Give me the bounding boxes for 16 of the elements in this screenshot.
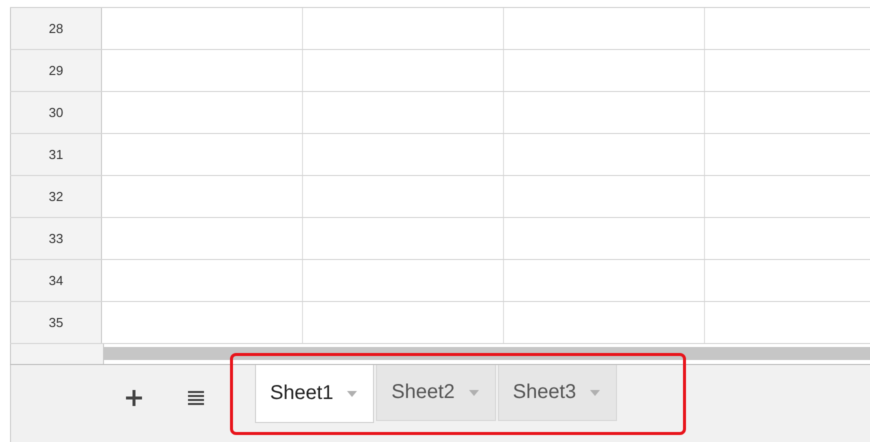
caret-icon: [468, 390, 479, 396]
row-number: 34: [10, 260, 102, 301]
row-number: 31: [10, 134, 102, 175]
row-number: 32: [10, 176, 102, 217]
row-number: 30: [10, 92, 102, 133]
row-number: 29: [10, 50, 102, 91]
sheet-tab[interactable]: Sheet2: [376, 365, 496, 421]
row-number: 35: [10, 302, 102, 343]
menu-icon: [188, 390, 204, 406]
row-number: 33: [10, 218, 102, 259]
row-number: 28: [10, 8, 102, 49]
caret-icon: [347, 390, 358, 396]
plus-icon: [125, 389, 143, 407]
caret-icon: [590, 390, 600, 396]
sheet-tab[interactable]: Sheet1: [255, 365, 374, 423]
sheet-tab[interactable]: Sheet3: [498, 365, 618, 421]
